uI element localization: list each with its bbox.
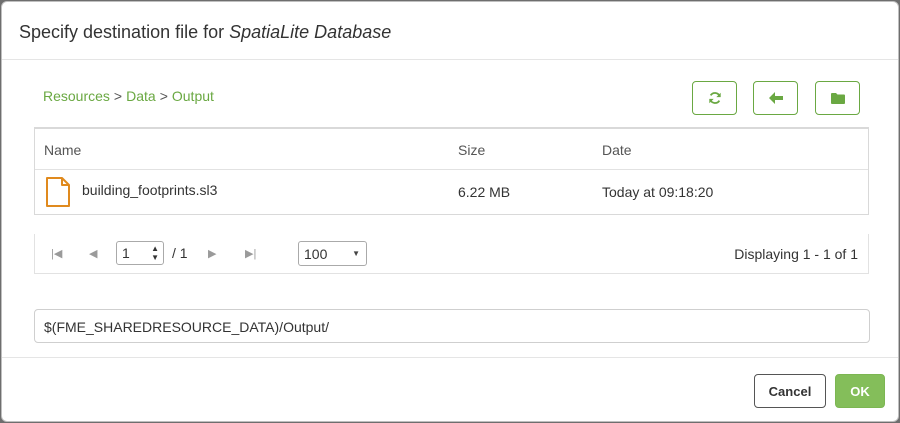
breadcrumb-separator: > — [113, 88, 123, 104]
page-size-value: 100 — [304, 246, 328, 262]
column-header-name[interactable]: Name — [44, 142, 81, 158]
previous-page-icon[interactable]: ◀ — [89, 247, 97, 260]
chevron-down-icon: ▼ — [352, 249, 360, 258]
new-folder-button[interactable] — [815, 81, 860, 115]
dialog-title-format: SpatiaLite Database — [229, 22, 392, 42]
dialog-title-prefix: Specify destination file for — [19, 22, 230, 42]
next-page-icon[interactable]: ▶ — [208, 247, 216, 260]
ok-button[interactable]: OK — [835, 374, 885, 408]
breadcrumb: Resources > Data > Output — [43, 88, 214, 104]
file-size: 6.22 MB — [458, 184, 511, 200]
page-size-select[interactable]: 100 ▼ — [298, 241, 367, 266]
file-icon — [46, 177, 70, 207]
breadcrumb-separator: > — [159, 88, 168, 104]
table-row[interactable]: building_footprints.sl3 6.22 MB Today at… — [35, 170, 868, 214]
pagination-bar: |◀ ◀ 1 ▲ ▼ / 1 ▶ ▶| 100 ▼ Displaying 1 - … — [34, 234, 869, 274]
table-header: Name Size Date — [35, 129, 868, 170]
page-number-input[interactable]: 1 ▲ ▼ — [116, 241, 164, 265]
cancel-button[interactable]: Cancel — [754, 374, 826, 408]
dialog-footer: Cancel OK — [2, 357, 898, 421]
page-total: / 1 — [172, 245, 188, 261]
back-button[interactable] — [753, 81, 798, 115]
first-page-icon[interactable]: |◀ — [51, 247, 62, 260]
last-page-icon[interactable]: ▶| — [245, 247, 256, 260]
file-table: Name Size Date building_footprints.sl3 6… — [34, 127, 869, 215]
breadcrumb-data[interactable]: Data — [126, 88, 156, 104]
file-name: building_footprints.sl3 — [82, 182, 218, 198]
column-header-date[interactable]: Date — [602, 142, 632, 158]
file-date: Today at 09:18:20 — [602, 184, 714, 200]
folder-icon — [830, 92, 845, 104]
displaying-count: Displaying 1 - 1 of 1 — [734, 246, 858, 262]
arrow-left-icon — [768, 92, 783, 104]
destination-path-value: $(FME_SHAREDRESOURCE_DATA)/Output/ — [44, 319, 329, 335]
dialog-title: Specify destination file for SpatiaLite … — [2, 2, 898, 60]
column-header-size[interactable]: Size — [458, 142, 485, 158]
refresh-icon — [708, 92, 721, 104]
destination-file-dialog: Specify destination file for SpatiaLite … — [1, 1, 899, 422]
page-number-value: 1 — [122, 245, 130, 261]
destination-path-input[interactable]: $(FME_SHAREDRESOURCE_DATA)/Output/ — [34, 309, 870, 343]
page-stepper-icon[interactable]: ▲ ▼ — [151, 244, 159, 262]
breadcrumb-output[interactable]: Output — [172, 88, 214, 104]
breadcrumb-resources[interactable]: Resources — [43, 88, 110, 104]
refresh-button[interactable] — [692, 81, 737, 115]
